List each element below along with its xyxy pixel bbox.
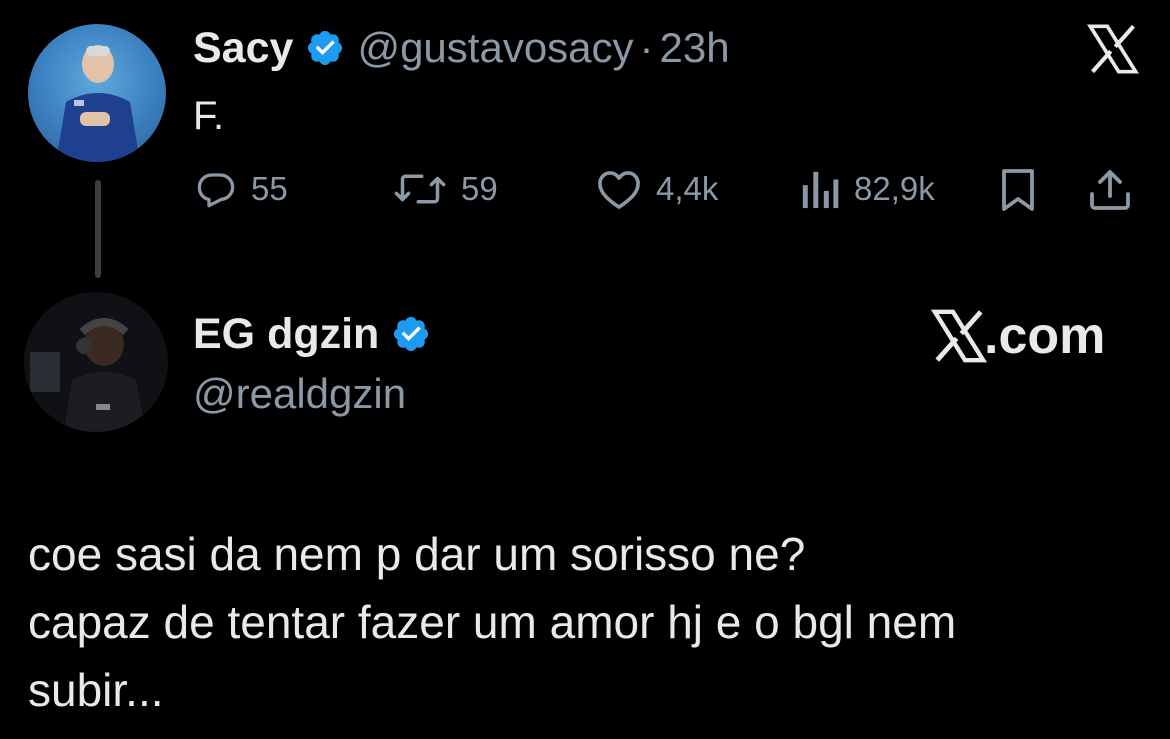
meta-separator: ·	[639, 24, 654, 71]
like-button[interactable]: 4,4k	[596, 168, 718, 210]
avatar-sacy[interactable]	[28, 24, 166, 162]
reply-tweet-text: coe sasi da nem p dar um sorisso ne? cap…	[28, 520, 1148, 724]
x-com-brand: .com	[930, 306, 1105, 366]
bookmark-button[interactable]	[998, 168, 1038, 217]
verified-badge-icon	[394, 316, 429, 352]
retweet-button[interactable]: 59	[393, 168, 498, 210]
tweet-text-line: subir...	[28, 664, 164, 716]
views-icon	[802, 171, 839, 209]
reply-button[interactable]: 55	[195, 168, 288, 210]
x-logo-icon[interactable]	[1085, 24, 1141, 79]
tweet-text-line: coe sasi da nem p dar um sorisso ne?	[28, 528, 806, 580]
views-count: 82,9k	[854, 170, 935, 207]
share-icon	[1090, 170, 1130, 210]
x-logo-icon	[930, 309, 988, 363]
avatar-dgzin[interactable]	[24, 292, 168, 432]
like-count: 4,4k	[656, 170, 719, 207]
heart-icon	[598, 171, 640, 209]
parent-tweet-header: Sacy @gustavosacy · 23h	[193, 24, 730, 72]
reply-count: 55	[251, 170, 288, 207]
tweet-text-line: capaz de tentar fazer um amor hj e o bgl…	[28, 596, 957, 648]
share-button[interactable]	[1086, 166, 1134, 219]
retweet-count: 59	[461, 170, 498, 207]
reply-tweet-header: EG dgzin	[193, 310, 431, 358]
brand-text: .com	[984, 307, 1106, 365]
verified-badge-icon	[308, 30, 343, 66]
bookmark-icon	[1002, 169, 1034, 211]
avatar-person-figure	[24, 292, 168, 432]
tweet-time[interactable]: 23h	[660, 24, 730, 72]
author-name[interactable]: EG dgzin	[193, 310, 379, 358]
author-name[interactable]: Sacy	[193, 24, 293, 72]
thread-connector-line	[95, 180, 101, 278]
author-handle[interactable]: @realdgzin	[193, 370, 406, 418]
retweet-icon	[394, 174, 446, 204]
author-handle[interactable]: @gustavosacy	[357, 24, 633, 72]
avatar-person-figure	[56, 45, 140, 162]
tweet-text: F.	[193, 94, 225, 138]
reply-icon	[197, 173, 235, 208]
views-button[interactable]: 82,9k	[800, 168, 935, 210]
